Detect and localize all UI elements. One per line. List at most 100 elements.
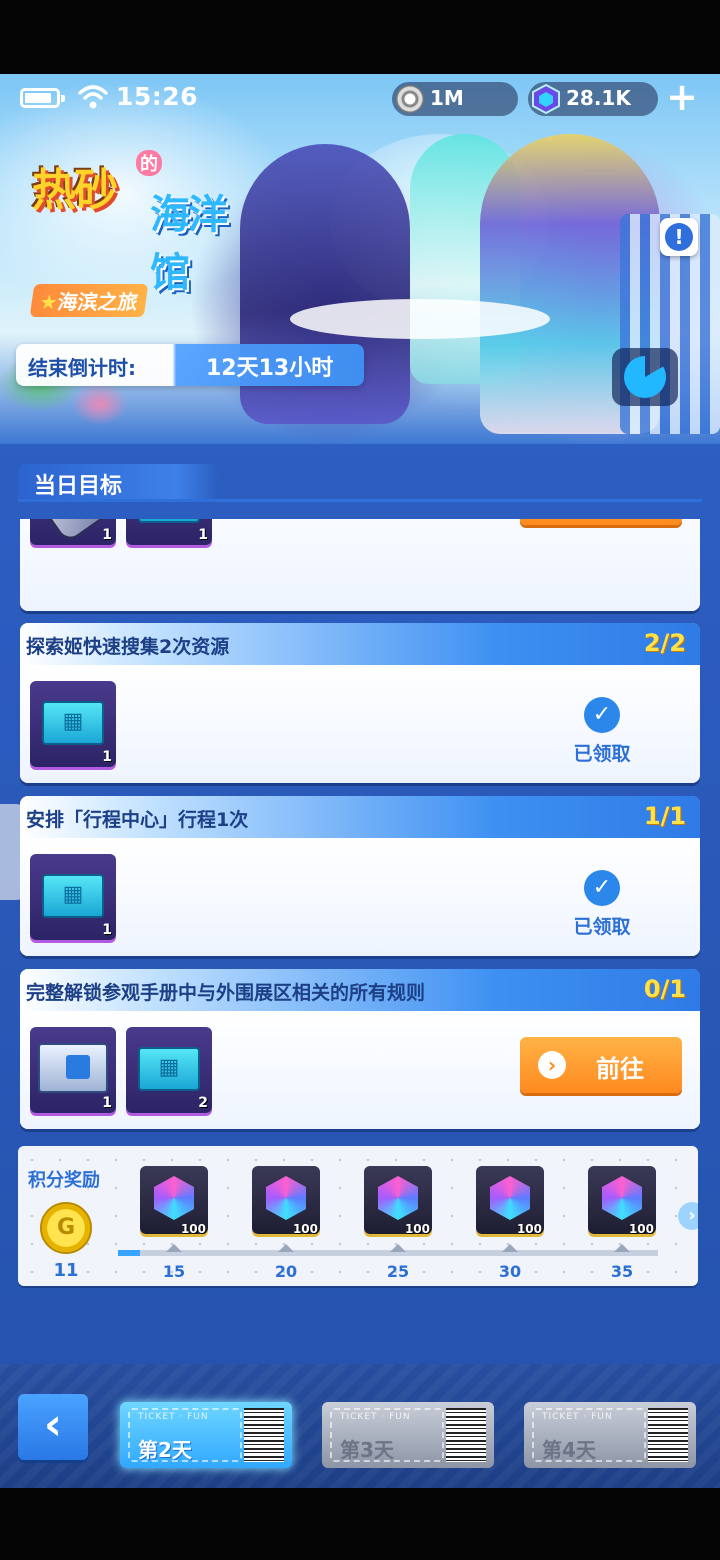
milestone-reward-box: 100 — [364, 1166, 432, 1236]
day-tab[interactable]: TICKET · FUN 第2天 — [120, 1402, 292, 1468]
reward-count: 1 — [198, 527, 208, 543]
milestone-reward-box: 100 — [140, 1166, 208, 1236]
claimed-label: 已领取 — [573, 743, 631, 765]
logo-ocean-hall: 海洋馆 — [150, 192, 228, 296]
reward-item[interactable]: 1 — [126, 519, 212, 545]
back-button[interactable]: ‹ — [18, 1394, 88, 1460]
task-progress: 0/1 — [643, 975, 686, 1003]
resource-coin-pill[interactable]: 1M — [392, 82, 518, 116]
claimed-status: ✓ 已领取 — [552, 870, 652, 940]
day-label: 第2天 — [138, 1438, 192, 1462]
scroll-right-icon[interactable]: › — [678, 1202, 698, 1230]
section-divider — [18, 499, 702, 502]
task-header: 完整解锁参观手册中与外围展区相关的所有规则 0/1 — [20, 969, 700, 1011]
ticket-caption: TICKET · FUN — [340, 1412, 411, 1422]
points-milestone[interactable]: 100 25 — [364, 1162, 434, 1282]
add-resource-button[interactable]: + — [664, 78, 700, 116]
banner-table — [290, 299, 550, 339]
checkmark-icon: ✓ — [584, 870, 620, 906]
resource-gem-pill[interactable]: 28.1K — [528, 82, 658, 116]
reward-item[interactable]: 1 — [30, 1027, 116, 1113]
goto-button[interactable]: ›前往 — [520, 519, 682, 525]
goto-button[interactable]: › 前往 — [520, 1037, 682, 1093]
event-logo: 热砂 的 海洋馆 ★海滨之旅 — [20, 144, 260, 324]
milestone-marker-icon — [502, 1244, 518, 1252]
task-title: 完整解锁参观手册中与外围展区相关的所有规则 — [26, 982, 426, 1004]
milestone-reward-box: 100 — [476, 1166, 544, 1236]
points-reward-panel: 积分奖励 G 11 › 100 15 100 20 100 25 100 30 100 35 — [18, 1146, 698, 1286]
milestone-reward-box: 100 — [588, 1166, 656, 1236]
milestone-marker-icon — [278, 1244, 294, 1252]
octopus-ticket-icon — [42, 874, 104, 918]
task-card: 探索姬快速搜集2次资源 2/2 1 ✓ 已领取 — [20, 623, 700, 783]
reward-count: 1 — [102, 1095, 112, 1111]
rainbow-cube-icon — [378, 1176, 418, 1220]
milestone-points: 30 — [498, 1262, 522, 1281]
task-body — [20, 519, 700, 611]
milestone-reward-box: 100 — [252, 1166, 320, 1236]
top-letterbox — [0, 0, 720, 74]
task-progress: 1/1 — [643, 802, 686, 830]
minigame-button[interactable] — [612, 348, 678, 406]
reward-count: 1 — [102, 749, 112, 765]
reward-item[interactable]: 1 — [30, 519, 116, 545]
points-milestone[interactable]: 100 35 — [588, 1162, 658, 1282]
points-milestone[interactable]: 100 30 — [476, 1162, 546, 1282]
wifi-icon — [78, 85, 108, 109]
cube-gem-icon — [532, 84, 560, 114]
octopus-ticket-icon — [138, 1047, 200, 1091]
day-label: 第4天 — [542, 1438, 596, 1462]
day-label: 第3天 — [340, 1438, 394, 1462]
reward-item[interactable]: 1 — [30, 681, 116, 767]
task-title: 安排「行程中心」行程1次 — [26, 809, 249, 831]
clock-time: 15:26 — [116, 82, 199, 111]
milestone-quantity: 100 — [292, 1222, 318, 1236]
rainbow-cube-icon — [154, 1176, 194, 1220]
logo-hot-sand: 热砂 — [32, 165, 118, 216]
task-header: 探索姬快速搜集2次资源 2/2 — [20, 623, 700, 665]
reward-count: 1 — [102, 922, 112, 938]
milestone-quantity: 100 — [516, 1222, 542, 1236]
section-title: 当日目标 — [34, 474, 123, 499]
countdown-value: 12天13小时 — [206, 356, 334, 381]
rainbow-cube-icon — [602, 1176, 642, 1220]
points-coin-icon: G — [40, 1202, 92, 1254]
points-title: 积分奖励 — [28, 1170, 100, 1191]
disc-coin-icon — [396, 85, 424, 113]
day-tab[interactable]: TICKET · FUN 第4天 — [524, 1402, 696, 1468]
points-milestone[interactable]: 100 20 — [252, 1162, 322, 1282]
screen: 15:26 1M 28.1K + 热砂 的 海洋馆 ★海滨之旅 ! 结束倒计时:… — [0, 0, 720, 1560]
task-list[interactable]: 11›前往探索姬快速搜集2次资源2/21✓已领取安排「行程中心」行程1次1/11… — [0, 519, 720, 1139]
task-header: 安排「行程中心」行程1次 1/1 — [20, 796, 700, 838]
status-bar: 15:26 1M 28.1K + — [0, 74, 720, 122]
points-progress-fill — [118, 1250, 140, 1256]
resource-coin-value: 1M — [430, 86, 464, 110]
reward-item[interactable]: 2 — [126, 1027, 212, 1113]
info-button[interactable]: ! — [660, 218, 698, 256]
goto-label: 前往 — [596, 1055, 644, 1083]
milestone-marker-icon — [614, 1244, 630, 1252]
octopus-ticket-icon — [42, 701, 104, 745]
task-title: 探索姬快速搜集2次资源 — [26, 636, 230, 658]
battery-icon — [20, 88, 65, 108]
ticket-caption: TICKET · FUN — [138, 1412, 209, 1422]
arrow-right-icon: › — [538, 1051, 566, 1079]
points-current: 11 — [53, 1260, 79, 1281]
logo-subtitle: ★海滨之旅 — [29, 284, 149, 317]
ticket-caption: TICKET · FUN — [542, 1412, 613, 1422]
task-card: 完整解锁参观手册中与外围展区相关的所有规则 0/1 1 2 › 前往 — [20, 969, 700, 1129]
claimed-status: ✓ 已领取 — [552, 697, 652, 767]
day-selector-bar: ‹ TICKET · FUN 第2天 TICKET · FUN 第3天 TICKET ·… — [0, 1364, 720, 1488]
task-card: 安排「行程中心」行程1次 1/1 1 ✓ 已领取 — [20, 796, 700, 956]
points-milestone[interactable]: 100 15 — [140, 1162, 210, 1282]
milestone-marker-icon — [166, 1244, 182, 1252]
reward-item[interactable]: 1 — [30, 854, 116, 940]
task-card: 1 1 ›前往 — [20, 519, 700, 611]
logo-subtitle-text: 海滨之旅 — [56, 290, 140, 314]
claimed-label: 已领取 — [573, 916, 631, 938]
day-tab[interactable]: TICKET · FUN 第3天 — [322, 1402, 494, 1468]
keycard-icon — [38, 1043, 108, 1093]
logo-of: 的 — [136, 150, 162, 176]
resource-gem-value: 28.1K — [566, 86, 631, 110]
barcode-icon — [648, 1408, 688, 1462]
